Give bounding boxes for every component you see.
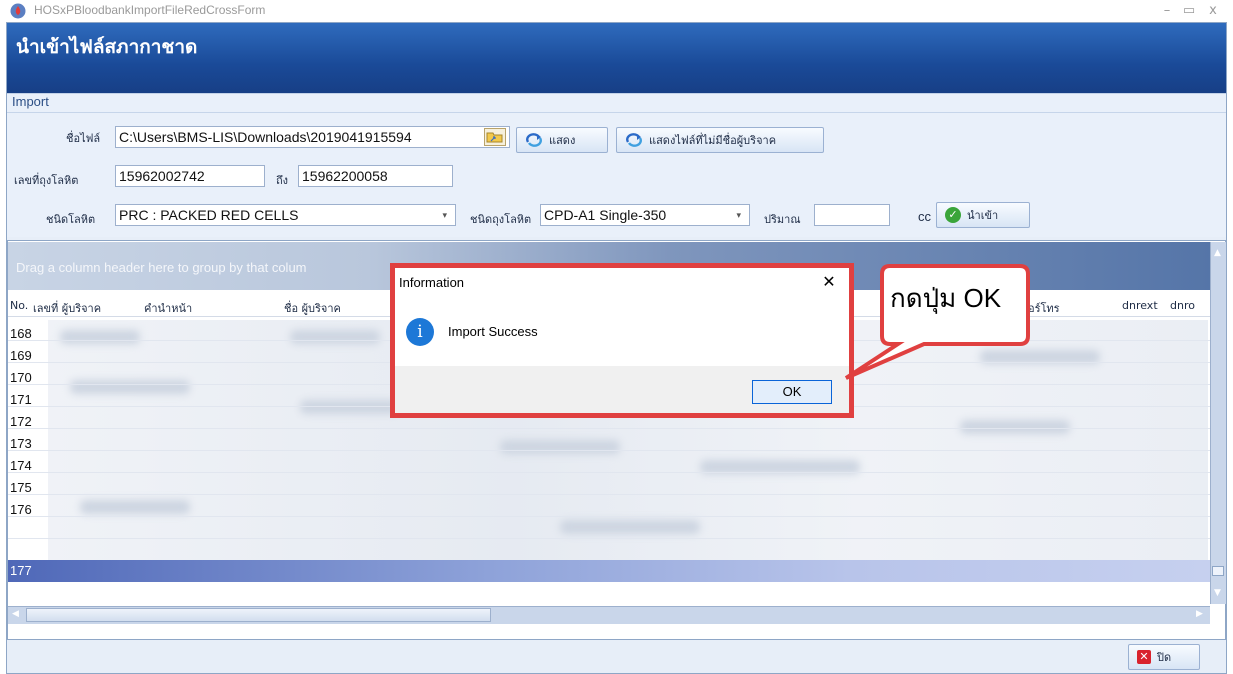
row-number[interactable]: 169 — [10, 346, 46, 366]
blurred-cell — [560, 520, 700, 534]
bag-from-input[interactable]: 15962002742 — [115, 165, 265, 187]
maximize-button[interactable]: ▭ — [1178, 2, 1200, 20]
refresh-icon — [625, 133, 643, 147]
browse-folder-icon[interactable] — [484, 128, 506, 146]
blurred-cell — [70, 380, 190, 394]
blurred-cell — [80, 500, 190, 514]
row-number[interactable]: 175 — [10, 478, 46, 498]
row-divider — [8, 428, 1210, 429]
highlight-outline — [390, 263, 854, 418]
row-number[interactable]: 177 — [10, 561, 46, 581]
blurred-cell — [500, 440, 620, 454]
row-divider — [8, 494, 1210, 495]
bag-type-select[interactable]: CPD-A1 Single-350 ▾ — [540, 204, 750, 226]
blurred-cell — [960, 420, 1070, 434]
row-number[interactable]: 174 — [10, 456, 46, 476]
volume-input[interactable] — [814, 204, 890, 226]
row-divider — [8, 450, 1210, 451]
row-number[interactable]: 176 — [10, 500, 46, 520]
row-number[interactable]: 170 — [10, 368, 46, 388]
scroll-down-icon[interactable]: ▼ — [1214, 588, 1221, 598]
bag-no-label: เลขที่ถุงโลหิต — [14, 174, 79, 187]
vertical-scroll-thumb[interactable] — [1212, 566, 1224, 576]
blurred-cell — [60, 330, 140, 344]
chevron-down-icon: ▾ — [442, 210, 447, 220]
import-group-caption: Import — [12, 94, 49, 109]
show-no-donor-label: แสดงไฟล์ที่ไม่มีชื่อผู้บริจาค — [649, 134, 777, 147]
file-label: ชื่อไฟล์ — [66, 132, 101, 145]
import-button[interactable]: ✓ นำเข้า — [936, 202, 1030, 228]
chevron-down-icon: ▾ — [736, 210, 741, 220]
volume-unit: cc — [918, 209, 931, 224]
import-divider — [7, 112, 1226, 113]
show-button-label: แสดง — [549, 134, 576, 147]
volume-label: ปริมาณ — [764, 213, 801, 226]
column-header[interactable]: ชื่อ ผู้บริจาค — [284, 299, 341, 317]
app-icon — [10, 3, 26, 19]
column-header[interactable]: คำนำหน้า — [144, 299, 192, 317]
scroll-up-icon[interactable]: ▲ — [1214, 248, 1221, 258]
selected-table-row[interactable] — [8, 560, 1210, 582]
close-button[interactable]: ✕ ปิด — [1128, 644, 1200, 670]
to-label: ถึง — [276, 174, 289, 187]
blood-type-select[interactable]: PRC : PACKED RED CELLS ▾ — [115, 204, 456, 226]
scroll-left-icon[interactable]: ◀ — [12, 609, 19, 619]
window-title: HOSxPBloodbankImportFileRedCrossForm — [34, 3, 266, 17]
refresh-icon — [525, 133, 543, 147]
bag-type-value: CPD-A1 Single-350 — [544, 207, 667, 223]
show-no-donor-button[interactable]: แสดงไฟล์ที่ไม่มีชื่อผู้บริจาค — [616, 127, 824, 153]
row-number[interactable]: 172 — [10, 412, 46, 432]
row-number[interactable]: 171 — [10, 390, 46, 410]
callout-text: กดปุ่ม OK — [890, 283, 1002, 313]
import-button-label: นำเข้า — [967, 209, 999, 222]
blurred-cell — [290, 330, 380, 344]
close-icon: ✕ — [1137, 650, 1151, 664]
minimize-button[interactable]: – — [1156, 2, 1178, 20]
row-number[interactable]: 173 — [10, 434, 46, 454]
column-header[interactable]: เลขที่ ผู้บริจาค — [33, 299, 101, 317]
column-header[interactable]: dnro — [1170, 299, 1208, 312]
file-path-input[interactable]: C:\Users\BMS-LIS\Downloads\2019041915594 — [115, 126, 510, 148]
horizontal-scroll-thumb[interactable] — [26, 608, 491, 622]
row-divider — [8, 472, 1210, 473]
form-title: นำเข้าไฟล์สภากาชาด — [16, 36, 198, 58]
check-icon: ✓ — [945, 207, 961, 223]
blood-type-label: ชนิดโลหิต — [46, 213, 96, 226]
close-button-label: ปิด — [1157, 651, 1172, 664]
group-by-hint: Drag a column header here to group by th… — [16, 260, 307, 275]
column-header[interactable]: dnrext — [1122, 299, 1158, 312]
row-divider — [8, 516, 1210, 517]
scroll-right-icon[interactable]: ▶ — [1196, 609, 1203, 619]
blood-type-value: PRC : PACKED RED CELLS — [119, 207, 299, 223]
show-button[interactable]: แสดง — [516, 127, 608, 153]
row-divider — [8, 538, 1210, 539]
bag-type-label: ชนิดถุงโลหิต — [470, 213, 532, 226]
column-header[interactable]: No. — [10, 299, 28, 312]
vertical-scrollbar[interactable] — [1210, 242, 1226, 604]
bag-to-input[interactable]: 15962200058 — [298, 165, 453, 187]
blurred-cell — [300, 400, 400, 414]
row-number[interactable]: 168 — [10, 324, 46, 344]
close-window-button[interactable]: x — [1202, 2, 1224, 20]
